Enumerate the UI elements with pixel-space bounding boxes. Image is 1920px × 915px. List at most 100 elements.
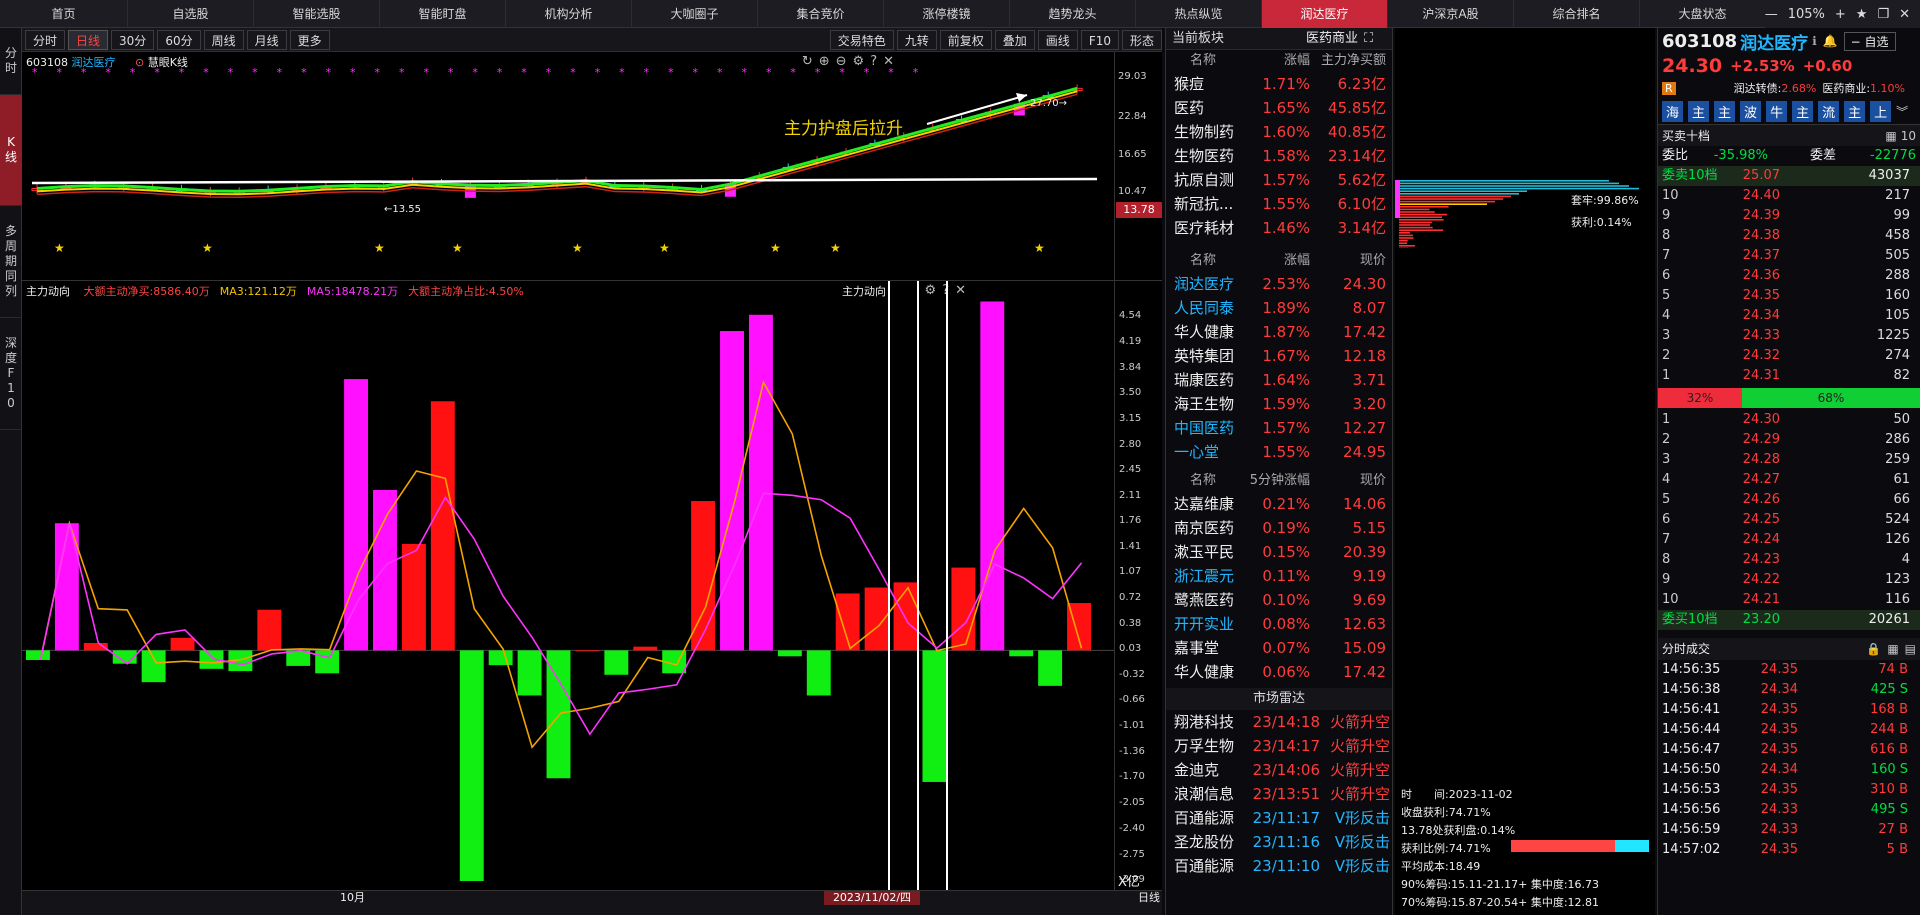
period-button[interactable]: 更多 bbox=[290, 30, 330, 50]
book-row[interactable]: 5 24.26 66 bbox=[1658, 490, 1920, 510]
book-row[interactable]: 6 24.36 288 bbox=[1658, 266, 1920, 286]
grid-icon[interactable]: ▦ bbox=[1887, 638, 1898, 660]
sector-row[interactable]: 南京医药 0.19% 5.15 bbox=[1166, 516, 1392, 540]
market-badge[interactable]: 主 bbox=[1792, 101, 1813, 122]
tool-button[interactable]: F10 bbox=[1081, 30, 1119, 50]
period-button[interactable]: 60分 bbox=[157, 30, 200, 50]
sector-row[interactable]: 漱玉平民 0.15% 20.39 bbox=[1166, 540, 1392, 564]
sector-row[interactable]: 医药 1.65% 45.85亿 bbox=[1166, 96, 1392, 120]
sector-row[interactable]: 开开实业 0.08% 12.63 bbox=[1166, 612, 1392, 636]
grid-icon[interactable]: ▦ bbox=[1885, 125, 1896, 146]
tool-button[interactable]: 九转 bbox=[897, 30, 937, 50]
info-icon[interactable]: ℹ bbox=[1812, 34, 1817, 48]
sector-row[interactable]: 华人健康 0.06% 17.42 bbox=[1166, 660, 1392, 684]
market-badge[interactable]: 波 bbox=[1740, 101, 1761, 122]
sector-row[interactable]: 英特集团 1.67% 12.18 bbox=[1166, 344, 1392, 368]
sector-row[interactable]: 鹭燕医药 0.10% 9.69 bbox=[1166, 588, 1392, 612]
sector-row[interactable]: 中国医药 1.57% 12.27 bbox=[1166, 416, 1392, 440]
sector-row[interactable]: 医疗耗材 1.46% 3.14亿 bbox=[1166, 216, 1392, 240]
kline-chart[interactable]: * * * * * * * * * * * * * * * * * * * * * * * * * * * * * * * * * * * * *★ ★ ★… bbox=[22, 52, 1114, 280]
book-row[interactable]: 2 24.32 274 bbox=[1658, 346, 1920, 366]
tool-button[interactable]: 叠加 bbox=[995, 30, 1035, 50]
nav-tab[interactable]: 机构分析 bbox=[506, 0, 632, 28]
book-row[interactable]: 10 24.21 116 bbox=[1658, 590, 1920, 610]
radar-row[interactable]: 翔港科技 23/14:18 火箭升空 bbox=[1166, 710, 1392, 734]
sector-row[interactable]: 海王生物 1.59% 3.20 bbox=[1166, 392, 1392, 416]
market-badge[interactable]: 流 bbox=[1818, 101, 1839, 122]
book-row[interactable]: 8 24.38 458 bbox=[1658, 226, 1920, 246]
sector-row[interactable]: 嘉事堂 0.07% 15.09 bbox=[1166, 636, 1392, 660]
nav-tab[interactable]: 润达医疗 bbox=[1262, 0, 1388, 28]
book-row[interactable]: 1 24.30 50 bbox=[1658, 410, 1920, 430]
lock-icon[interactable]: 🔒 bbox=[1866, 638, 1881, 660]
book-row[interactable]: 4 24.27 61 bbox=[1658, 470, 1920, 490]
nav-tab[interactable]: 集合竞价 bbox=[758, 0, 884, 28]
book-row[interactable]: 9 24.39 99 bbox=[1658, 206, 1920, 226]
book-row[interactable]: 2 24.29 286 bbox=[1658, 430, 1920, 450]
sector-row[interactable]: 浙江震元 0.11% 9.19 bbox=[1166, 564, 1392, 588]
book-row[interactable]: 4 24.34 105 bbox=[1658, 306, 1920, 326]
tool-button[interactable]: 交易特色 bbox=[830, 30, 894, 50]
star-icon[interactable]: ★ bbox=[1856, 7, 1868, 22]
book-row[interactable]: 9 24.22 123 bbox=[1658, 570, 1920, 590]
market-badge[interactable]: 牛 bbox=[1766, 101, 1787, 122]
period-button[interactable]: 周线 bbox=[204, 30, 244, 50]
maximize-icon[interactable]: ❐ bbox=[1877, 7, 1889, 22]
period-button[interactable]: 分时 bbox=[25, 30, 65, 50]
bell-icon[interactable]: 🔔 bbox=[1823, 34, 1838, 48]
radar-row[interactable]: 金迪克 23/14:06 火箭升空 bbox=[1166, 758, 1392, 782]
ten-icon[interactable]: 10 bbox=[1901, 125, 1916, 146]
market-badge[interactable]: 主 bbox=[1688, 101, 1709, 122]
sector-row[interactable]: 润达医疗 2.53% 24.30 bbox=[1166, 272, 1392, 296]
book-row[interactable]: 8 24.23 4 bbox=[1658, 550, 1920, 570]
sector-row[interactable]: 人民同泰 1.89% 8.07 bbox=[1166, 296, 1392, 320]
chevron-down-icon[interactable]: ︾ bbox=[1896, 103, 1908, 120]
plus-icon[interactable]: + bbox=[1835, 7, 1846, 22]
close-icon[interactable]: ✕ bbox=[1899, 7, 1910, 22]
book-row[interactable]: 3 24.28 259 bbox=[1658, 450, 1920, 470]
sector-row[interactable]: 猴痘 1.71% 6.23亿 bbox=[1166, 72, 1392, 96]
nav-tab[interactable]: 智能选股 bbox=[254, 0, 380, 28]
market-badge[interactable]: 主 bbox=[1714, 101, 1735, 122]
book-row[interactable]: 7 24.37 505 bbox=[1658, 246, 1920, 266]
book-row[interactable]: 10 24.40 217 bbox=[1658, 186, 1920, 206]
sector-row[interactable]: 一心堂 1.55% 24.95 bbox=[1166, 440, 1392, 464]
nav-tab[interactable]: 涨停楼镜 bbox=[884, 0, 1010, 28]
period-button[interactable]: 日线 bbox=[68, 30, 108, 50]
sector-row[interactable]: 抗原自测 1.57% 5.62亿 bbox=[1166, 168, 1392, 192]
market-badge[interactable]: 上 bbox=[1870, 101, 1891, 122]
sector-row[interactable]: 生物制药 1.60% 40.85亿 bbox=[1166, 120, 1392, 144]
add-watchlist-button[interactable]: − 自选 bbox=[1844, 32, 1896, 51]
sector-row[interactable]: 华人健康 1.87% 17.42 bbox=[1166, 320, 1392, 344]
nav-tab[interactable]: 综合排名 bbox=[1514, 0, 1640, 28]
nav-tab[interactable]: 智能盯盘 bbox=[380, 0, 506, 28]
more-icon[interactable]: ▤ bbox=[1905, 638, 1916, 660]
market-badge[interactable]: 主 bbox=[1844, 101, 1865, 122]
tool-button[interactable]: 前复权 bbox=[940, 30, 992, 50]
nav-tab[interactable]: 自选股 bbox=[128, 0, 254, 28]
sidebar-item[interactable]: 深度F10 bbox=[0, 318, 22, 430]
nav-tab[interactable]: 趋势龙头 bbox=[1010, 0, 1136, 28]
radar-row[interactable]: 浪潮信息 23/13:51 火箭升空 bbox=[1166, 782, 1392, 806]
nav-tab[interactable]: 沪深京A股 bbox=[1388, 0, 1514, 28]
nav-tab[interactable]: 大盘状态 bbox=[1640, 0, 1766, 28]
nav-tab[interactable]: 首页 bbox=[0, 0, 128, 28]
radar-row[interactable]: 万孚生物 23/14:17 火箭升空 bbox=[1166, 734, 1392, 758]
book-row[interactable]: 6 24.25 524 bbox=[1658, 510, 1920, 530]
radar-row[interactable]: 圣龙股份 23/11:16 V形反击 bbox=[1166, 830, 1392, 854]
sidebar-item[interactable]: 多周期同列 bbox=[0, 206, 22, 318]
period-label[interactable]: 日线 bbox=[1138, 891, 1160, 905]
sector-row[interactable]: 新冠抗... 1.55% 6.10亿 bbox=[1166, 192, 1392, 216]
period-button[interactable]: 月线 bbox=[247, 30, 287, 50]
tool-button[interactable]: 形态 bbox=[1122, 30, 1162, 50]
nav-tab[interactable]: 热点纵览 bbox=[1136, 0, 1262, 28]
sector-row[interactable]: 瑞康医药 1.64% 3.71 bbox=[1166, 368, 1392, 392]
market-badge[interactable]: 海 bbox=[1662, 101, 1683, 122]
main-force-chart[interactable] bbox=[22, 281, 1114, 891]
quote-name[interactable]: 润达医疗 bbox=[1740, 29, 1808, 54]
radar-row[interactable]: 百通能源 23/11:10 V形反击 bbox=[1166, 854, 1392, 878]
sidebar-item[interactable]: K线 bbox=[0, 95, 22, 206]
book-row[interactable]: 5 24.35 160 bbox=[1658, 286, 1920, 306]
sidebar-item[interactable]: 分时 bbox=[0, 28, 22, 95]
radar-row[interactable]: 百通能源 23/11:17 V形反击 bbox=[1166, 806, 1392, 830]
